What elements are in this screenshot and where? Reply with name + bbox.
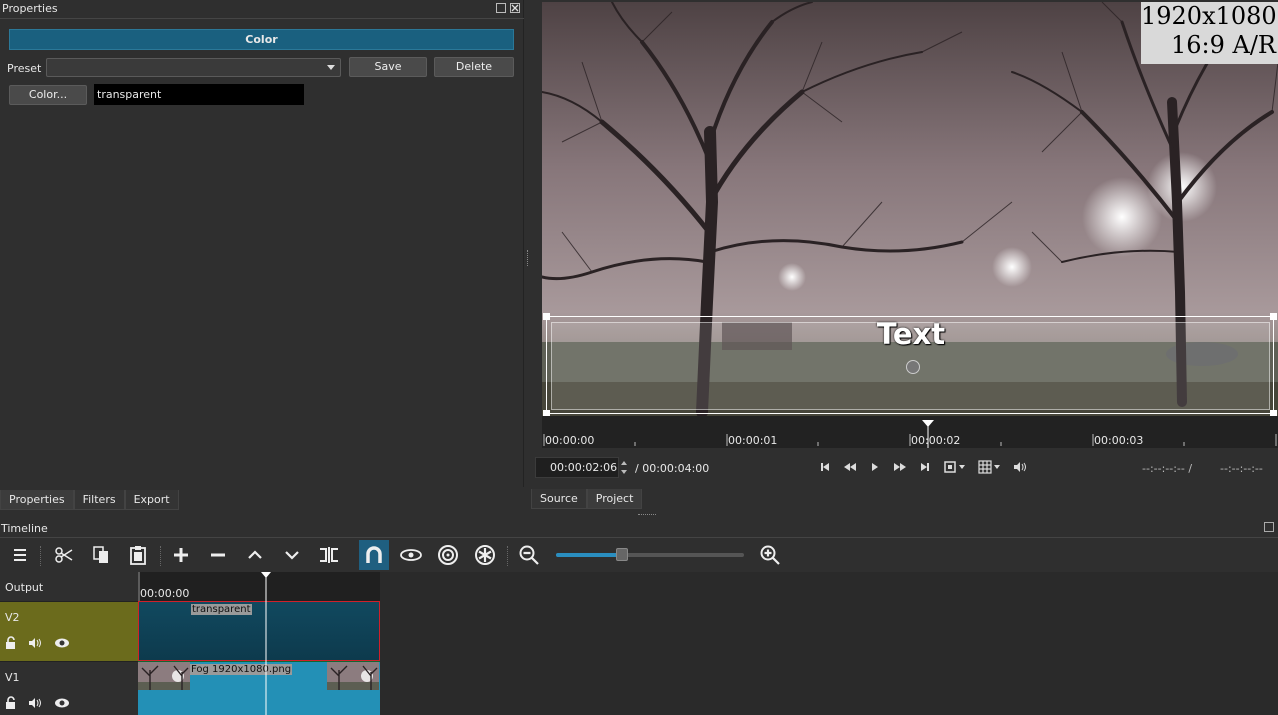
resolution-text: 1920x1080 bbox=[1141, 2, 1277, 30]
grid-icon[interactable] bbox=[978, 460, 1002, 474]
duration-label: / 00:00:04:00 bbox=[635, 462, 710, 475]
ruler-tick-label: 00:00:01 bbox=[728, 434, 778, 447]
timeline-clip[interactable]: Fog 1920x1080.png bbox=[138, 661, 380, 715]
timeline-titlebar: Timeline bbox=[0, 518, 1278, 538]
audio-icon[interactable] bbox=[28, 636, 44, 650]
skip-next-icon[interactable] bbox=[918, 460, 932, 474]
video-viewer[interactable]: 1920x1080 16:9 A/R Text bbox=[542, 2, 1278, 416]
scrub-icon[interactable] bbox=[396, 540, 426, 570]
lock-icon[interactable] bbox=[4, 696, 18, 710]
viewer-tabs: Source Project bbox=[531, 489, 643, 509]
playback-controls bbox=[818, 460, 1027, 474]
ruler-tick-label: 00:00:02 bbox=[911, 434, 961, 447]
clip-thumbnail bbox=[327, 662, 379, 690]
track-name: Output bbox=[5, 581, 44, 594]
zoom-out-icon[interactable] bbox=[514, 540, 544, 570]
zoom-slider[interactable] bbox=[556, 548, 744, 561]
properties-titlebar: Properties bbox=[0, 0, 524, 19]
lock-icon[interactable] bbox=[4, 636, 18, 650]
delete-button[interactable]: Delete bbox=[434, 57, 514, 77]
timeline-tracks[interactable]: Output 00:00:00 V2 transparent V1 Fog 19… bbox=[0, 572, 1278, 715]
playhead[interactable] bbox=[260, 572, 272, 715]
tab-export[interactable]: Export bbox=[124, 490, 179, 510]
close-icon[interactable] bbox=[510, 3, 520, 13]
preset-label: Preset bbox=[7, 62, 42, 75]
timeline-clip[interactable]: transparent bbox=[138, 601, 380, 661]
ripple-icon[interactable] bbox=[433, 540, 463, 570]
transport-bar: 00:00:02:06 / 00:00:04:00 --:--:--:-- / … bbox=[530, 452, 1278, 482]
clip-label: transparent bbox=[191, 604, 252, 615]
tab-source[interactable]: Source bbox=[531, 489, 587, 509]
resolution-overlay: 1920x1080 16:9 A/R bbox=[1141, 2, 1278, 64]
cut-icon[interactable] bbox=[49, 540, 79, 570]
properties-title: Properties bbox=[2, 2, 58, 15]
v2-track-header[interactable]: V2 bbox=[0, 601, 138, 661]
visibility-eye-icon[interactable] bbox=[54, 637, 70, 649]
output-track-header: Output bbox=[0, 572, 138, 601]
save-button[interactable]: Save bbox=[349, 57, 427, 77]
ruler-ticks bbox=[543, 420, 1277, 448]
zoom-slider-handle[interactable] bbox=[615, 548, 628, 561]
position-handle-icon[interactable] bbox=[906, 360, 920, 374]
audio-icon[interactable] bbox=[28, 696, 44, 710]
splitter-handle[interactable] bbox=[638, 514, 656, 516]
tab-properties[interactable]: Properties bbox=[0, 490, 74, 510]
properties-panel: Properties Color Preset Save Delete Colo… bbox=[0, 0, 524, 487]
text-overlay-rect[interactable]: Text bbox=[543, 313, 1277, 416]
track-name: V2 bbox=[5, 611, 20, 624]
color-value-field[interactable]: transparent bbox=[94, 84, 304, 105]
overwrite-icon[interactable] bbox=[277, 540, 307, 570]
paste-icon[interactable] bbox=[123, 540, 153, 570]
v1-track-header[interactable]: V1 bbox=[0, 661, 138, 715]
volume-icon[interactable] bbox=[1013, 460, 1027, 474]
split-icon[interactable] bbox=[314, 540, 344, 570]
in-point-label: --:--:--:-- / bbox=[1142, 462, 1193, 475]
clip-label: Fog 1920x1080.png bbox=[190, 664, 293, 675]
zoom-fit-icon[interactable] bbox=[943, 460, 967, 474]
play-icon[interactable] bbox=[868, 460, 882, 474]
visibility-eye-icon[interactable] bbox=[54, 697, 70, 709]
rewind-icon[interactable] bbox=[843, 460, 857, 474]
timeline-title: Timeline bbox=[1, 522, 48, 535]
out-point-label: --:--:--:-- bbox=[1220, 462, 1263, 475]
menu-icon[interactable] bbox=[5, 540, 35, 570]
timecode-field[interactable]: 00:00:02:06 bbox=[535, 457, 619, 478]
clip-thumbnail bbox=[138, 662, 190, 690]
fast-forward-icon[interactable] bbox=[893, 460, 907, 474]
preset-combobox[interactable] bbox=[46, 58, 341, 77]
zoom-in-icon[interactable] bbox=[755, 540, 785, 570]
filter-header: Color bbox=[9, 29, 514, 50]
skip-previous-icon[interactable] bbox=[818, 460, 832, 474]
tab-filters[interactable]: Filters bbox=[73, 490, 125, 510]
append-icon[interactable] bbox=[166, 540, 196, 570]
timeline-ruler[interactable]: 00:00:00 bbox=[138, 572, 380, 601]
left-panel-tabs: Properties Filters Export bbox=[0, 490, 179, 510]
remove-icon[interactable] bbox=[203, 540, 233, 570]
tab-project[interactable]: Project bbox=[586, 489, 643, 509]
viewer-ruler[interactable]: 00:00:00 00:00:01 00:00:02 00:00:03 bbox=[542, 416, 1278, 448]
timecode-spinner[interactable] bbox=[619, 457, 629, 478]
copy-icon[interactable] bbox=[86, 540, 116, 570]
chevron-down-icon bbox=[327, 65, 335, 70]
overlay-text: Text bbox=[876, 317, 946, 351]
ruler-tick-label: 00:00:03 bbox=[1094, 434, 1144, 447]
timeline-toolbar bbox=[0, 538, 1278, 571]
track-name: V1 bbox=[5, 671, 20, 684]
color-picker-button[interactable]: Color... bbox=[9, 85, 87, 105]
ripple-all-icon[interactable] bbox=[470, 540, 500, 570]
ruler-tick-label: 00:00:00 bbox=[545, 434, 595, 447]
aspect-ratio-text: 16:9 A/R bbox=[1170, 31, 1276, 59]
snap-icon[interactable] bbox=[359, 540, 389, 570]
lift-icon[interactable] bbox=[240, 540, 270, 570]
float-icon[interactable] bbox=[496, 3, 506, 13]
float-icon[interactable] bbox=[1264, 522, 1274, 532]
splitter-handle[interactable] bbox=[527, 250, 529, 266]
